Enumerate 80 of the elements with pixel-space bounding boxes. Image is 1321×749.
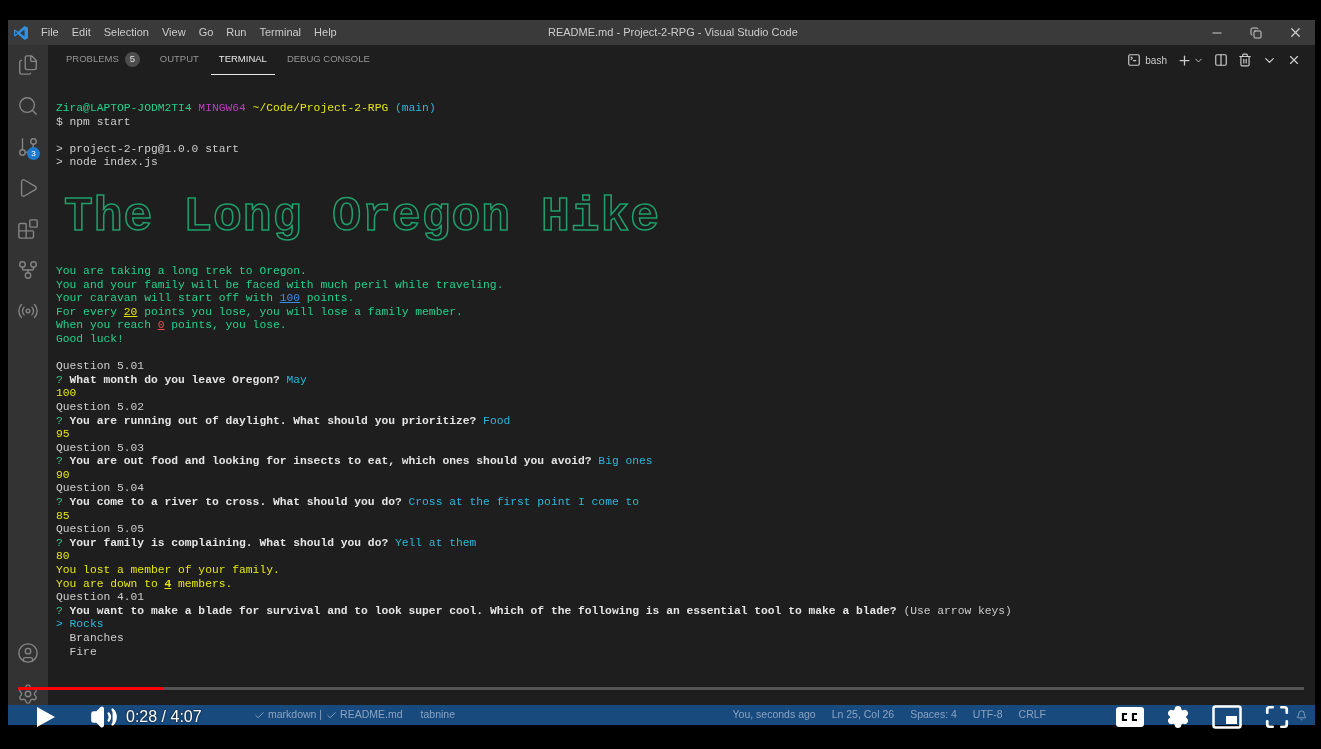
problems-count: 5 (124, 52, 140, 67)
menu-item[interactable]: Go (198, 24, 214, 41)
terminal-line: 85 (56, 509, 71, 524)
ascii-art-title: The Long Oregon Hike (64, 189, 661, 247)
status-item[interactable]: You, seconds ago (732, 707, 816, 723)
menu-item[interactable]: File (41, 24, 59, 41)
terminal-name[interactable]: bash (1145, 52, 1167, 68)
terminal-line: You are down to 4 members. (56, 577, 234, 592)
terminal-line: ? You are running out of daylight. What should you prioritize? Food (56, 414, 512, 429)
miniplayer-icon[interactable] (1212, 705, 1242, 729)
status-item[interactable]: tabnine (420, 707, 455, 723)
terminal-line: 95 (56, 428, 71, 442)
status-item[interactable]: Ln 25, Col 26 (831, 707, 895, 723)
terminal-line: ? You are out food and looking for insects to eat, which ones should you avoid? Big ones (56, 455, 654, 469)
menu-item[interactable]: Help (314, 24, 337, 41)
terminal-line: ? You want to make a blade for survival and to look super cool. Which of the following is an essential tool to make a blade? (Use arrow keys) (56, 604, 1013, 619)
terminal-line: Good luck! (56, 332, 125, 347)
terminal-line: Question 5.03 (56, 441, 146, 456)
notification-icon[interactable] (1296, 709, 1307, 721)
terminal-line: 80 (56, 550, 71, 565)
terminal-line: 100 (56, 387, 78, 401)
settings-icon[interactable] (1166, 705, 1190, 729)
terminal-line: Question 5.04 (56, 482, 146, 497)
choice-option[interactable]: Branches (56, 632, 124, 646)
panel-tab[interactable]: TERMINAL (210, 45, 275, 75)
search-icon[interactable] (17, 95, 39, 117)
restore-icon[interactable] (1250, 26, 1262, 39)
panel-tab[interactable]: PROBLEMS 5 (58, 45, 148, 75)
terminal-line: Question 5.01 (56, 360, 146, 374)
files-icon[interactable] (17, 54, 39, 76)
editor-logo-icon (13, 24, 29, 41)
status-item[interactable]: UTF-8 (972, 707, 1003, 723)
split-icon[interactable] (1214, 53, 1228, 67)
terminal-line: ? You come to a river to cross. What should you do? Cross at the first point I come to (56, 496, 641, 510)
video-time: 0:28 / 4:07 (126, 707, 202, 727)
status-item[interactable]: CRLF (1018, 707, 1046, 723)
menu-item[interactable]: Terminal (259, 24, 302, 41)
close-icon[interactable] (1288, 25, 1303, 40)
git-graph-icon[interactable] (17, 259, 39, 281)
fullscreen-icon[interactable] (1264, 704, 1290, 730)
status-item[interactable]: README.md (326, 707, 403, 723)
terminal-line: Your caravan will start off with 100 points. (56, 292, 356, 306)
menu-item[interactable]: Selection (103, 24, 149, 41)
terminal-line: Zira@LAPTOP-JODM2TI4 MINGW64 ~/Code/Project-2-RPG (main) (56, 102, 437, 116)
terminal-line: ? What month do you leave Oregon? May (56, 373, 308, 388)
check-icon (254, 709, 265, 721)
terminal-line: When you reach 0 points, you lose. (56, 319, 288, 333)
terminal-line: Question 5.05 (56, 523, 146, 537)
terminal-line: You lost a member of your family. (56, 564, 281, 578)
terminal-line: You are taking a long trek to Oregon. (56, 264, 308, 279)
terminal-line: > node index.js (56, 156, 159, 170)
captions-icon[interactable] (1116, 707, 1144, 727)
status-item[interactable]: markdown | (254, 707, 323, 723)
choice-option[interactable]: Fire (56, 645, 97, 660)
terminal-line: For every 20 points you lose, you will lose a family member. (56, 305, 464, 320)
window-title: README.md - Project-2-RPG - Visual Studio Code (548, 25, 798, 41)
panel-tab[interactable]: OUTPUT (151, 45, 207, 75)
play-icon[interactable] (36, 706, 56, 728)
status-item[interactable]: Spaces: 4 (910, 707, 957, 723)
account-icon[interactable] (17, 642, 39, 664)
trash-icon[interactable] (1238, 53, 1252, 67)
progress-track[interactable] (18, 687, 1304, 690)
terminal-line: $ npm start (56, 115, 132, 130)
menu-item[interactable]: Run (226, 24, 247, 41)
terminal-line: Question 4.01 (56, 591, 146, 605)
extensions-icon[interactable] (17, 218, 39, 240)
panel-tab[interactable]: DEBUG CONSOLE (278, 45, 378, 75)
terminal-line: You and your family will be faced with much peril while traveling. (56, 278, 505, 293)
menu-item[interactable]: View (161, 24, 186, 41)
choice-option[interactable]: > Rocks (56, 618, 104, 632)
add-icon[interactable] (1177, 52, 1192, 68)
source-control-badge: 3 (27, 147, 40, 160)
terminal-icon (1127, 53, 1142, 67)
menu-item[interactable]: Edit (71, 24, 91, 41)
check-icon (326, 709, 338, 721)
close-panel-icon[interactable] (1287, 53, 1301, 67)
terminal-line: Question 5.02 (56, 400, 146, 415)
terminal-line: > project-2-rpg@1.0.0 start (56, 142, 241, 157)
terminal-line: 90 (56, 468, 71, 483)
terminal-line: ? Your family is complaining. What should you do? Yell at them (56, 536, 478, 551)
